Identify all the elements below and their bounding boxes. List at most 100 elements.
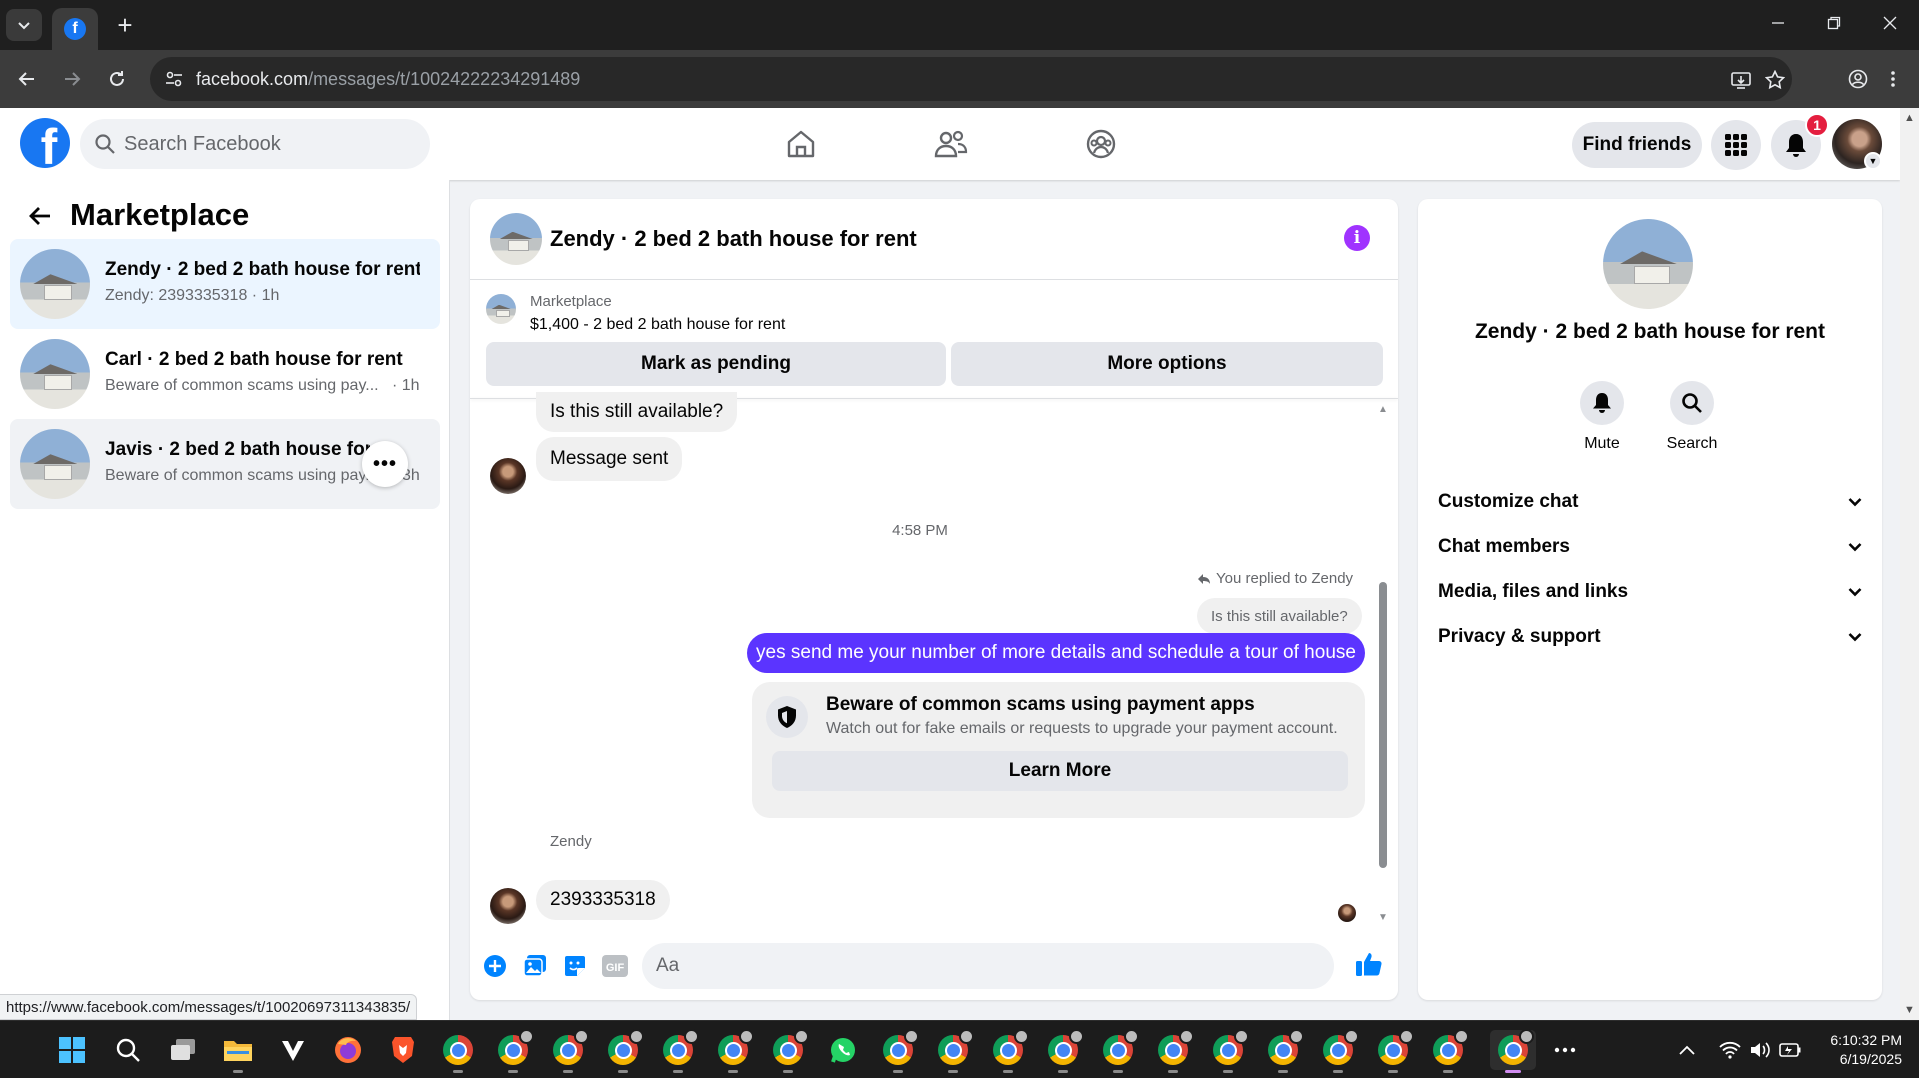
wifi-icon[interactable] bbox=[1715, 1030, 1745, 1070]
quoted-message[interactable]: Is this still available? bbox=[1197, 598, 1362, 634]
more-apps-icon[interactable] bbox=[1545, 1030, 1585, 1070]
browser-tab-facebook[interactable]: f bbox=[52, 8, 98, 50]
sender-avatar[interactable] bbox=[490, 458, 526, 494]
site-info-icon[interactable] bbox=[162, 67, 186, 91]
listing-title[interactable]: $1,400 - 2 bed 2 bath house for rent bbox=[530, 316, 785, 334]
gif-icon[interactable]: GIF bbox=[600, 951, 630, 981]
chrome-profile-icon[interactable] bbox=[1318, 1029, 1359, 1073]
minimize-button[interactable] bbox=[1750, 0, 1806, 46]
browser-menu-icon[interactable] bbox=[1876, 62, 1910, 96]
chrome-profile-icon[interactable] bbox=[878, 1029, 919, 1073]
message-bubble[interactable]: Is this still available? bbox=[536, 392, 738, 432]
bookmark-star-icon[interactable] bbox=[1762, 67, 1788, 93]
firefox-icon[interactable] bbox=[328, 1030, 368, 1070]
message-input[interactable]: Aa bbox=[642, 943, 1334, 989]
message-timestamp: 4:58 PM bbox=[892, 522, 948, 539]
privacy-support-row[interactable]: Privacy & support bbox=[1438, 622, 1862, 652]
info-icon[interactable]: i bbox=[1344, 225, 1370, 251]
page-scrollbar[interactable]: ▲ ▼ bbox=[1900, 108, 1919, 1020]
media-files-links-row[interactable]: Media, files and links bbox=[1438, 577, 1862, 607]
chrome-profile-icon[interactable] bbox=[1208, 1029, 1249, 1073]
mute-button[interactable]: Mute bbox=[1557, 381, 1647, 453]
chrome-profile-icon[interactable] bbox=[1373, 1029, 1414, 1073]
profile-icon[interactable] bbox=[1841, 62, 1875, 96]
chrome-profile-icon[interactable] bbox=[603, 1029, 644, 1073]
chrome-profile-icon[interactable] bbox=[933, 1029, 974, 1073]
taskbar-search-icon[interactable] bbox=[108, 1030, 148, 1070]
listing-avatar[interactable] bbox=[1603, 219, 1693, 309]
forward-button[interactable] bbox=[55, 62, 89, 96]
chrome-profile-icon-active[interactable] bbox=[1490, 1029, 1536, 1073]
task-view-icon[interactable] bbox=[163, 1030, 203, 1070]
chrome-profile-icon[interactable] bbox=[1428, 1029, 1469, 1073]
arrow-left-icon bbox=[29, 207, 50, 225]
taskbar-clock[interactable]: 6:10:32 PM 6/19/2025 bbox=[1812, 1031, 1902, 1069]
tab-search-button[interactable] bbox=[6, 9, 42, 41]
chat-members-row[interactable]: Chat members bbox=[1438, 532, 1862, 562]
conversation-item-zendy[interactable]: Zendy · 2 bed 2 bath house for rent Zend… bbox=[10, 239, 440, 329]
file-explorer-icon[interactable] bbox=[218, 1030, 258, 1073]
chrome-profile-icon[interactable] bbox=[1098, 1029, 1139, 1073]
chat-avatar[interactable] bbox=[490, 213, 542, 265]
customize-chat-row[interactable]: Customize chat bbox=[1438, 487, 1862, 517]
more-options-button[interactable]: More options bbox=[951, 342, 1383, 386]
chrome-profile-icon[interactable] bbox=[548, 1029, 589, 1073]
whatsapp-icon[interactable] bbox=[823, 1030, 863, 1070]
conversation-item-javis[interactable]: Javis · 2 bed 2 bath house for rent Bewa… bbox=[10, 419, 440, 509]
sender-avatar[interactable] bbox=[490, 888, 526, 924]
brave-icon[interactable] bbox=[383, 1030, 423, 1070]
facebook-logo[interactable]: f bbox=[20, 118, 70, 168]
groups-nav-button[interactable] bbox=[1080, 123, 1122, 165]
conversation-preview: Zendy: 2393335318 · 1h bbox=[105, 287, 280, 304]
back-button[interactable] bbox=[10, 62, 44, 96]
message-bubble[interactable]: Message sent bbox=[536, 437, 683, 481]
sticker-icon[interactable] bbox=[560, 951, 590, 981]
chrome-profile-icon[interactable] bbox=[713, 1029, 754, 1073]
mark-as-pending-button[interactable]: Mark as pending bbox=[486, 342, 946, 386]
learn-more-button[interactable]: Learn More bbox=[772, 751, 1348, 791]
search-in-chat-button[interactable]: Search bbox=[1647, 381, 1737, 453]
reload-button[interactable] bbox=[100, 62, 134, 96]
reply-icon bbox=[1198, 573, 1210, 584]
chrome-profile-icon[interactable] bbox=[1153, 1029, 1194, 1073]
chrome-icon[interactable] bbox=[438, 1030, 478, 1073]
chrome-profile-icon[interactable] bbox=[493, 1029, 534, 1073]
chat-scrollbar[interactable]: ▲ ▼ bbox=[1376, 404, 1390, 924]
chrome-profile-icon[interactable] bbox=[1263, 1029, 1304, 1073]
find-friends-button[interactable]: Find friends bbox=[1572, 122, 1702, 168]
message-composer: GIF Aa bbox=[470, 937, 1398, 997]
volume-icon[interactable] bbox=[1745, 1030, 1775, 1070]
more-options-button[interactable]: ••• bbox=[362, 441, 408, 487]
show-hidden-icons-chevron-icon[interactable] bbox=[1672, 1030, 1702, 1070]
account-chevron-icon[interactable]: ▼ bbox=[1864, 152, 1882, 170]
install-app-icon[interactable] bbox=[1728, 67, 1754, 93]
battery-icon[interactable] bbox=[1775, 1030, 1805, 1070]
listing-thumbnail bbox=[20, 339, 90, 409]
friends-nav-button[interactable] bbox=[930, 123, 972, 165]
chrome-profile-icon[interactable] bbox=[768, 1029, 809, 1073]
chrome-profile-icon[interactable] bbox=[988, 1029, 1029, 1073]
address-bar[interactable]: facebook.com/messages/t/1002422223429148… bbox=[150, 57, 1792, 101]
restore-icon bbox=[1827, 16, 1841, 30]
menu-grid-button[interactable] bbox=[1711, 120, 1761, 170]
back-arrow-button[interactable] bbox=[26, 202, 54, 230]
sent-message-bubble[interactable]: yes send me your number of more details … bbox=[747, 633, 1365, 673]
scrollbar-thumb[interactable] bbox=[1379, 582, 1387, 868]
message-bubble[interactable]: 2393335318 bbox=[536, 880, 670, 920]
facebook-search-input[interactable]: Search Facebook bbox=[80, 119, 430, 169]
windows-start-icon[interactable] bbox=[52, 1030, 92, 1070]
facebook-header: f Search Facebook Find friends bbox=[0, 108, 1900, 180]
conversation-item-carl[interactable]: Carl · 2 bed 2 bath house for rent Bewar… bbox=[10, 329, 440, 419]
chrome-profile-icon[interactable] bbox=[658, 1029, 699, 1073]
vivaldi-icon[interactable] bbox=[273, 1030, 313, 1070]
like-thumbs-up-icon[interactable] bbox=[1354, 949, 1384, 979]
chat-title[interactable]: Zendy · 2 bed 2 bath house for rent bbox=[550, 226, 917, 252]
photo-icon[interactable] bbox=[520, 951, 550, 981]
home-nav-button[interactable] bbox=[780, 123, 822, 165]
listing-thumbnail[interactable] bbox=[486, 294, 516, 324]
plus-circle-icon[interactable] bbox=[480, 951, 510, 981]
close-window-button[interactable] bbox=[1862, 0, 1918, 46]
chrome-profile-icon[interactable] bbox=[1043, 1029, 1084, 1073]
restore-button[interactable] bbox=[1806, 0, 1862, 46]
new-tab-button[interactable]: + bbox=[110, 10, 140, 40]
